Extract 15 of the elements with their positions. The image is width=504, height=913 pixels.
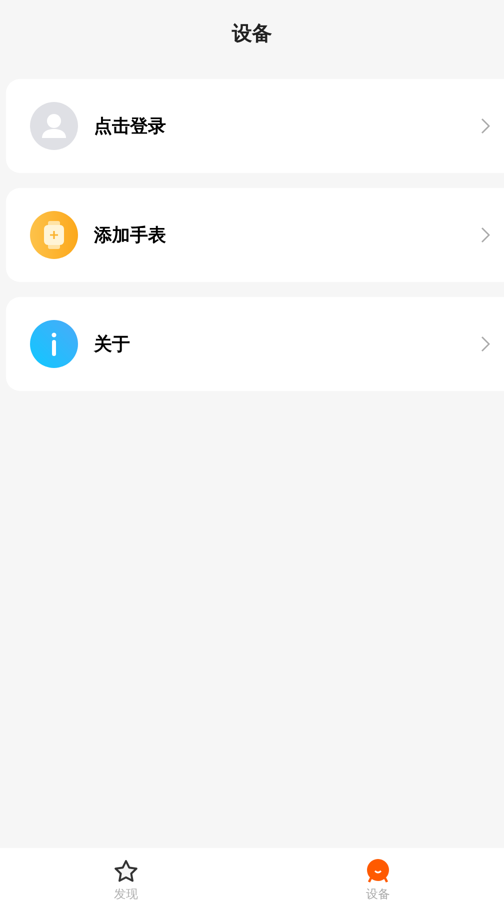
mascot-icon: [366, 858, 390, 882]
chevron-icon: [480, 336, 490, 352]
add-watch-icon: [30, 211, 78, 259]
menu-card[interactable]: 添加手表: [6, 188, 504, 282]
menu-label: 点击登录: [94, 115, 167, 138]
star-icon: [113, 858, 139, 882]
page-title: 设备: [230, 20, 273, 46]
chevron-icon: [480, 118, 490, 134]
menu-label: 添加手表: [94, 224, 167, 247]
user-avatar-icon: [30, 102, 78, 150]
menu-label: 关于: [94, 333, 131, 356]
info-icon: [30, 320, 78, 368]
menu-card[interactable]: 点击登录: [6, 79, 504, 173]
chevron-icon: [480, 227, 490, 243]
menu-card[interactable]: 关于: [6, 297, 504, 391]
